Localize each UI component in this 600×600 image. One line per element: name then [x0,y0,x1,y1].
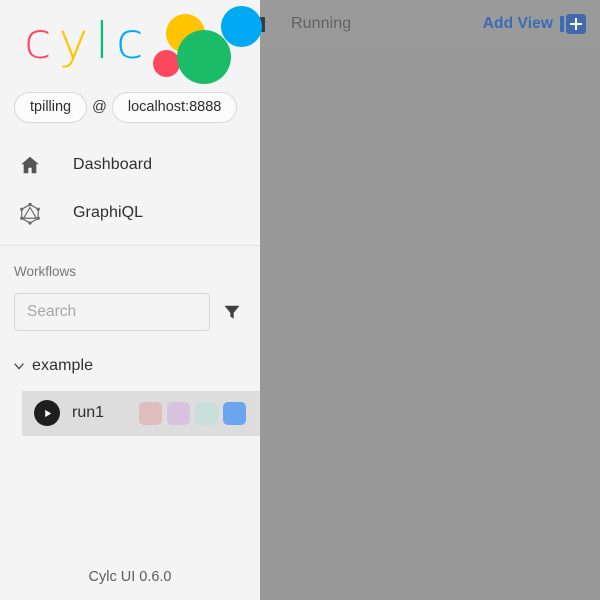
home-icon [14,154,46,176]
red-dot [153,50,180,77]
workflow-status-text: Running [291,15,352,32]
green-dot [177,30,231,84]
filter-funnel-icon[interactable] [222,302,242,322]
view-bar-icon [560,16,564,32]
sidebar-footer: Cylc UI 0.6.0 [0,554,260,600]
workflow-group-label: example [32,356,94,374]
at-separator: @ [92,99,107,116]
user-host-chips: tpilling @ localhost:8888 [0,92,260,141]
graphql-icon [14,201,46,225]
host-chip[interactable]: localhost:8888 [111,92,238,123]
primary-nav: Dashboard GraphiQL [0,141,260,246]
task-state-failed[interactable] [139,401,162,425]
version-text: Cylc UI 0.6.0 [88,569,172,585]
sidebar: c y l c tpilling @ localhost:8888 Dashbo… [0,0,262,600]
blue-dot [221,6,262,47]
workflow-tree: example run1 [0,351,260,436]
add-view-icon-group[interactable] [560,14,586,34]
logo-letter-c1: c [24,12,59,70]
logo-dots [145,2,262,90]
play-icon[interactable] [34,400,60,427]
workflow-search-row [0,287,260,331]
task-state-running[interactable] [223,401,246,425]
task-state-succeeded[interactable] [195,401,218,425]
search-input[interactable] [14,292,210,331]
sidebar-item-label-graphiql: GraphiQL [73,203,144,221]
username-chip[interactable]: tpilling [14,92,88,123]
workflow-status-group: Running [252,15,351,33]
logo-letter-l: l [95,12,116,70]
sidebar-item-graphiql[interactable]: GraphiQL [0,189,260,237]
add-plus-icon[interactable] [566,14,586,34]
workflow-item-label: run1 [72,404,105,422]
task-state-submitted[interactable] [167,401,190,425]
sidebar-item-dashboard[interactable]: Dashboard [0,141,260,189]
workflow-item-run1[interactable]: run1 [22,390,260,436]
workflows-section: Workflows example [0,246,260,554]
add-view-group[interactable]: Add View [483,14,586,34]
logo-wordmark: c y l c [24,16,151,66]
cylc-ui-app: Running Add View c y l c tpilling @ loca… [0,0,600,600]
cylc-logo[interactable]: c y l c [0,0,262,92]
workflows-section-title: Workflows [14,263,77,279]
workflow-group-example[interactable]: example [0,351,260,381]
logo-letter-y: y [58,12,96,70]
sidebar-item-label-dashboard: Dashboard [73,155,153,173]
chevron-down-icon[interactable] [6,358,32,374]
task-state-swatches [139,401,246,425]
add-view-button[interactable]: Add View [483,15,553,33]
